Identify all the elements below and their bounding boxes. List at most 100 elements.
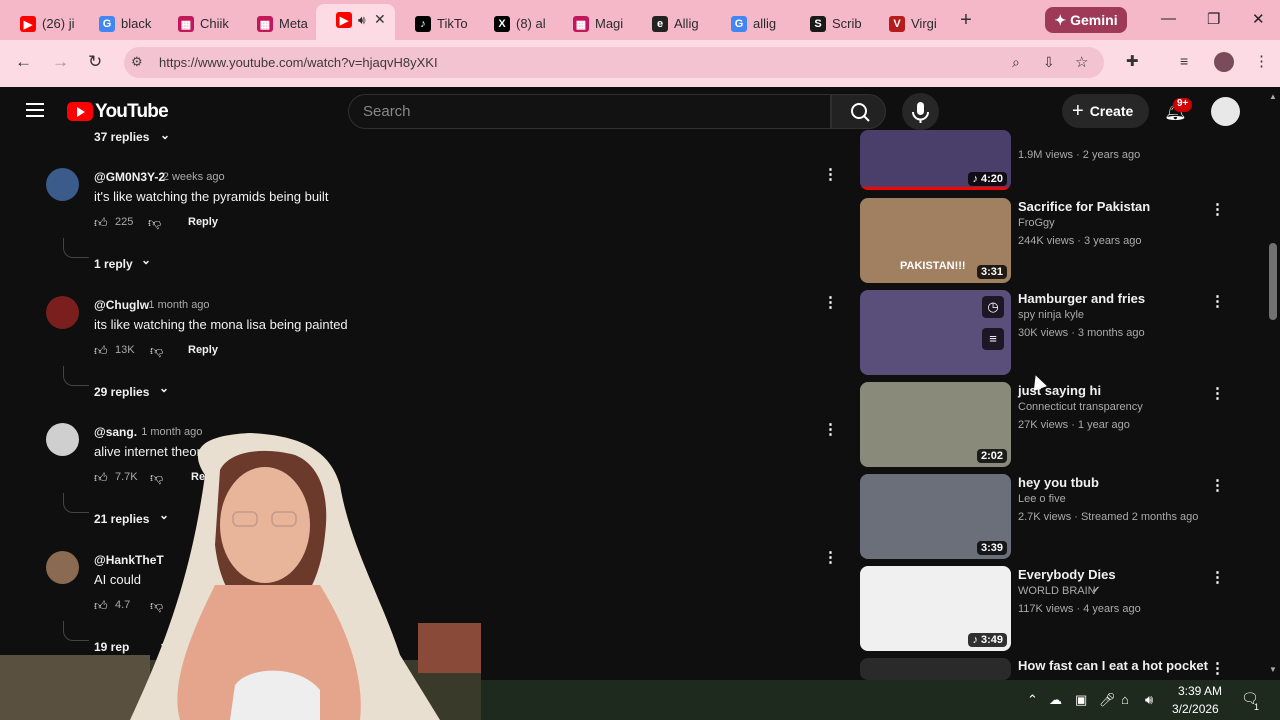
volume-icon[interactable]: 🔊︎ [1145, 692, 1153, 708]
zoom-icon[interactable]: ⌕ [1012, 54, 1020, 71]
recommended-video[interactable]: ♪ 3:49 Everybody Dies WORLD BRAIN ✔ 117K view… [860, 566, 1270, 651]
menu-icon[interactable] [26, 103, 44, 117]
comment-menu-icon[interactable]: ⋮ [823, 165, 838, 183]
video-menu-icon[interactable]: ⋮ [1210, 292, 1225, 310]
comment-menu-icon[interactable]: ⋮ [823, 548, 838, 566]
browser-tab[interactable]: ▶ (26) ji [0, 8, 79, 40]
video-thumbnail[interactable]: PAKISTAN!!! 3:31 [860, 198, 1011, 283]
youtube-logo-text[interactable]: YouTube [95, 101, 169, 123]
close-window-icon[interactable]: ✕ [1252, 10, 1265, 28]
profile-avatar[interactable] [1214, 52, 1234, 72]
channel-name[interactable]: WORLD BRAIN [1018, 585, 1096, 597]
chevron-down-icon[interactable]: ⌄ [141, 253, 151, 267]
minimize-icon[interactable]: — [1161, 10, 1176, 27]
extensions-icon[interactable]: ✚ [1126, 52, 1139, 70]
video-menu-icon[interactable]: ⋮ [1210, 384, 1225, 402]
video-thumbnail[interactable]: 2:02 [860, 382, 1011, 467]
recommended-video[interactable]: How fast can I eat a hot pocket ⋮ [860, 658, 1270, 680]
comment-author[interactable]: @GM0N3Y-2 [94, 170, 165, 184]
video-title[interactable]: hey you tbub [1018, 475, 1099, 490]
browser-tab[interactable]: ▦ Meta [237, 8, 316, 40]
channel-name[interactable]: Connecticut transparency [1018, 401, 1143, 413]
create-button[interactable]: + Create [1062, 94, 1149, 128]
restore-icon[interactable]: ❐ [1207, 10, 1220, 28]
browser-tab[interactable]: ▶ 🔊︎ ✕ [316, 4, 395, 40]
recommended-video[interactable]: ♪ 4:20 1.9M views · 2 years ago [860, 130, 1270, 190]
reload-icon[interactable]: ↻ [88, 52, 102, 72]
video-thumbnail[interactable]: ♪ 4:20 [860, 130, 1011, 190]
channel-name[interactable]: spy ninja kyle [1018, 309, 1084, 321]
video-thumbnail[interactable] [860, 658, 1011, 680]
video-menu-icon[interactable]: ⋮ [1210, 568, 1225, 586]
commenter-avatar[interactable] [46, 168, 79, 201]
bookmark-star-icon[interactable]: ☆ [1075, 53, 1088, 71]
network-icon[interactable]: ⌂ [1121, 692, 1129, 707]
recommended-video[interactable]: ◷ ≡ Hamburger and fries spy ninja kyle 30K v… [860, 290, 1270, 375]
site-info-icon[interactable]: ⚙ [131, 54, 143, 70]
channel-name[interactable]: Lee o five [1018, 493, 1066, 505]
search-input[interactable]: Search [363, 103, 411, 120]
scroll-down-icon[interactable]: ▼ [1269, 665, 1277, 674]
browser-tab[interactable]: X (8) al [474, 8, 553, 40]
page-scrollbar[interactable] [1269, 243, 1277, 320]
install-icon[interactable]: ⇩ [1043, 54, 1055, 71]
reply-button[interactable]: Reply [188, 216, 218, 228]
browser-tab[interactable]: Gblack [79, 8, 158, 40]
microphone-tray-icon[interactable]: 🎤︎ [1099, 692, 1116, 708]
recommended-video[interactable]: PAKISTAN!!! 3:31 Sacrifice for Pakistan Fro… [860, 198, 1270, 283]
video-title[interactable]: just saying hi [1018, 383, 1101, 398]
show-hidden-icons-icon[interactable]: ⌃ [1027, 692, 1038, 708]
video-thumbnail[interactable]: 3:39 [860, 474, 1011, 559]
like-icon[interactable]: 👍︎ [94, 215, 108, 231]
browser-tab[interactable]: ♪ TikTo [395, 8, 474, 40]
clock-date[interactable]: 3/2/2026 [1172, 702, 1219, 716]
browser-tab[interactable]: V Virgi [869, 8, 948, 40]
more-menu-icon[interactable]: ⋮ [1254, 52, 1269, 70]
chevron-down-icon[interactable]: ⌄ [160, 128, 170, 142]
add-to-queue-icon[interactable]: ≡ [982, 328, 1004, 350]
video-menu-icon[interactable]: ⋮ [1210, 476, 1225, 494]
browser-tab[interactable]: e Allig [632, 8, 711, 40]
video-menu-icon[interactable]: ⋮ [1210, 659, 1225, 677]
youtube-logo-icon[interactable] [67, 102, 93, 121]
new-tab-button[interactable]: + [954, 9, 978, 32]
video-thumbnail[interactable]: ◷ ≡ [860, 290, 1011, 375]
watch-later-icon[interactable]: ◷ [982, 296, 1004, 318]
comment-timestamp[interactable]: 1 month ago [148, 299, 209, 311]
video-thumbnail[interactable]: ♪ 3:49 [860, 566, 1011, 651]
clock-time[interactable]: 3:39 AM [1174, 684, 1226, 698]
replies-toggle[interactable]: 1 reply [94, 257, 133, 271]
video-title[interactable]: How fast can I eat a hot pocket [1018, 658, 1208, 673]
search-box[interactable] [348, 94, 831, 129]
commenter-avatar[interactable] [46, 296, 79, 329]
speaker-icon[interactable]: 🔊︎ [358, 13, 366, 28]
video-title[interactable]: Sacrifice for Pakistan [1018, 199, 1150, 214]
browser-tab[interactable]: ▦ Magi [553, 8, 632, 40]
dislike-icon[interactable]: 👎︎ [148, 215, 161, 231]
search-button[interactable] [831, 94, 886, 129]
account-avatar[interactable] [1211, 97, 1240, 126]
video-title[interactable]: Everybody Dies [1018, 567, 1116, 582]
comment-menu-icon[interactable]: ⋮ [823, 420, 838, 438]
back-icon[interactable]: ← [15, 52, 32, 72]
video-menu-icon[interactable]: ⋮ [1210, 200, 1225, 218]
recommended-video[interactable]: 2:02 just saying hi Connecticut transparen… [860, 382, 1270, 467]
media-control-icon[interactable]: ≡ [1180, 53, 1188, 69]
app-tray-icon[interactable]: ▣ [1075, 692, 1087, 708]
browser-tab[interactable]: ▦ Chiik [158, 8, 237, 40]
forward-icon[interactable]: → [52, 52, 69, 72]
browser-tab[interactable]: Gallig [711, 8, 790, 40]
gemini-button[interactable]: ✦ Gemini [1045, 7, 1127, 33]
scroll-up-icon[interactable]: ▲ [1269, 92, 1277, 101]
cloud-icon[interactable]: ☁ [1049, 692, 1062, 708]
replies-toggle[interactable]: 37 replies [94, 130, 149, 144]
channel-name[interactable]: FroGgy [1018, 217, 1055, 229]
voice-search-button[interactable] [902, 93, 939, 130]
browser-tab[interactable]: S Scrib [790, 8, 869, 40]
close-tab-icon[interactable]: ✕ [374, 11, 386, 28]
recommended-video[interactable]: 3:39 hey you tbub Lee o five 2.7K views · S… [860, 474, 1270, 559]
comment-author[interactable]: @Chuglw [94, 298, 149, 312]
video-title[interactable]: Hamburger and fries [1018, 291, 1145, 306]
comment-timestamp[interactable]: 2 weeks ago [163, 171, 225, 183]
comment-menu-icon[interactable]: ⋮ [823, 293, 838, 311]
